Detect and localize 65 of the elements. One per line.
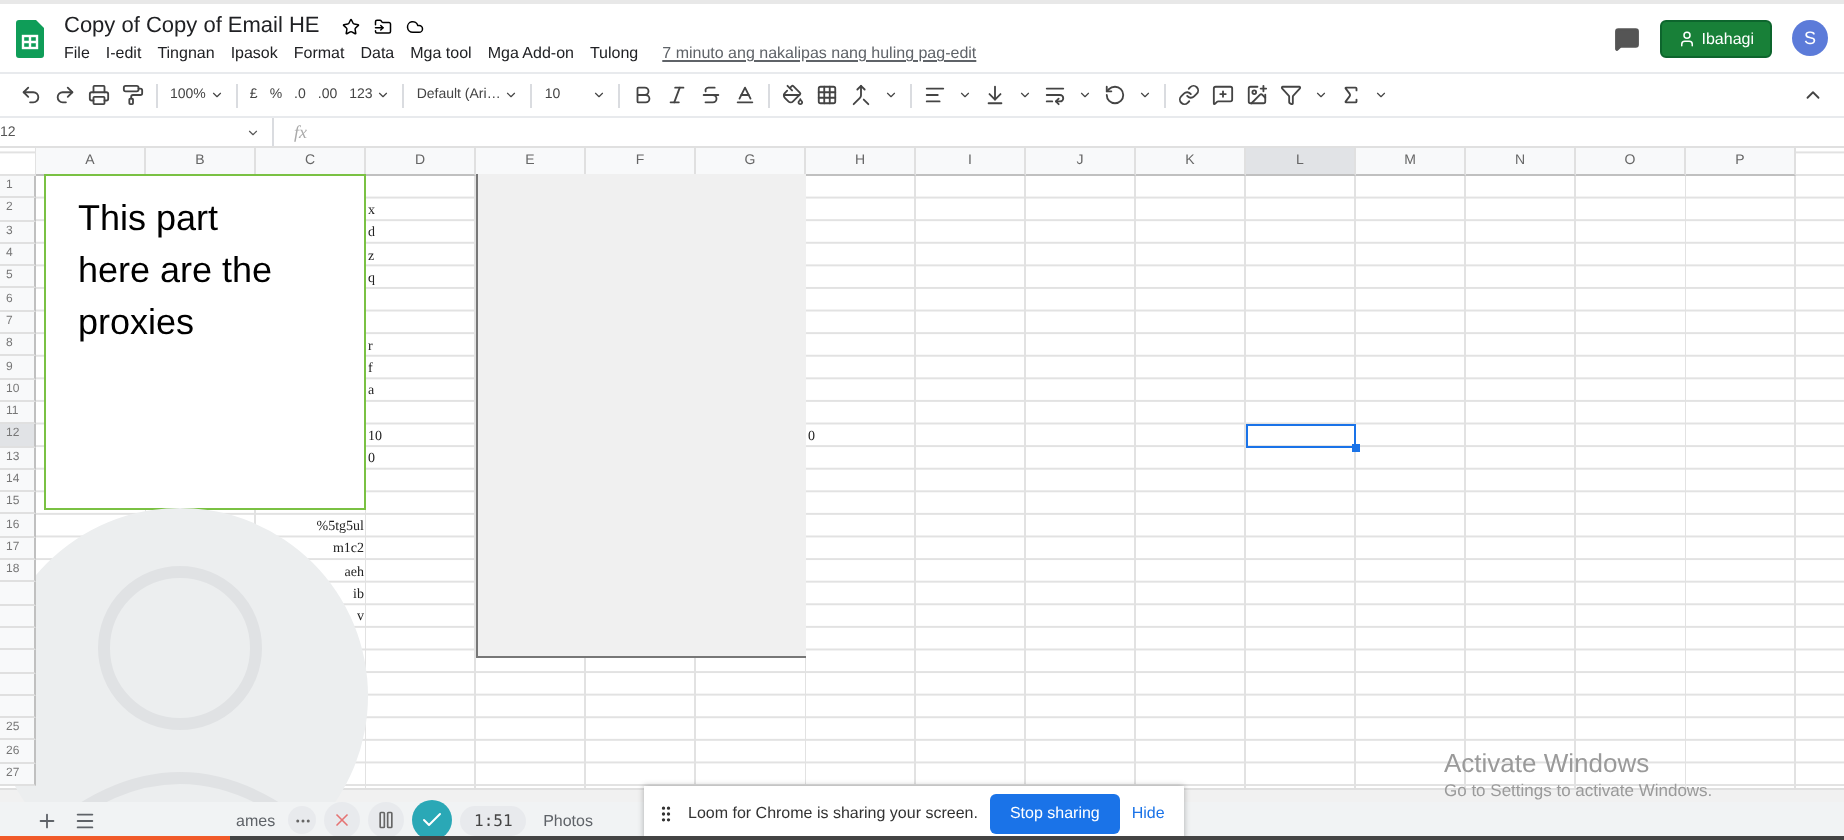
sheet-tab[interactable]: ames [220, 802, 292, 840]
dropdown-caret-icon[interactable] [1138, 88, 1153, 102]
menu-item[interactable]: I-edit [105, 44, 142, 62]
bold-icon[interactable] [632, 84, 655, 106]
dropdown-caret-icon[interactable] [504, 88, 519, 102]
borders-icon[interactable] [816, 84, 839, 106]
check-icon[interactable] [420, 808, 444, 832]
filter-icon[interactable] [1280, 84, 1303, 106]
document-title[interactable]: Copy of Copy of Email HE [64, 14, 320, 38]
person-icon[interactable] [1677, 29, 1696, 47]
formula-label: fx [294, 122, 307, 142]
vertical-align-icon[interactable] [984, 84, 1007, 106]
dropdown-caret-icon[interactable] [376, 88, 391, 102]
undo-icon[interactable] [20, 84, 42, 106]
dropdown-caret-icon[interactable] [1314, 88, 1329, 102]
align-icon[interactable] [924, 84, 947, 106]
dropdown-caret-icon[interactable] [592, 88, 607, 102]
sheet-list-icon[interactable] [74, 810, 96, 832]
print-icon[interactable] [88, 84, 110, 106]
comment-icon[interactable] [1613, 25, 1640, 51]
last-edit-link[interactable]: 7 minuto ang nakalipas nang huling pag-edit [662, 44, 977, 62]
menu-item[interactable]: Mga tool [410, 44, 472, 62]
menu-item[interactable]: Ipasok [230, 44, 278, 62]
add-sheet-icon[interactable] [36, 810, 58, 832]
cloud-icon[interactable] [405, 17, 424, 35]
add-comment-icon[interactable] [1212, 84, 1235, 106]
dropdown-caret-icon[interactable] [209, 88, 224, 102]
merge-icon[interactable] [850, 84, 873, 106]
dropdown-caret-icon[interactable] [1078, 88, 1093, 102]
sigma-icon[interactable] [1340, 84, 1363, 106]
sheet-tab[interactable]: Photos [527, 802, 609, 840]
fill-color-icon[interactable] [782, 84, 805, 106]
stop-sharing-button[interactable]: Stop sharing [989, 793, 1120, 833]
activation-message: Go to Settings to activate Windows. [1444, 780, 1713, 800]
menu-item[interactable]: Tingnan [157, 44, 215, 62]
spreadsheet-logo-icon[interactable] [16, 19, 44, 57]
selected-cell[interactable] [1246, 424, 1356, 448]
star-icon[interactable] [341, 17, 360, 35]
menu-item[interactable]: File [64, 44, 90, 62]
link-icon[interactable] [1178, 84, 1201, 106]
redo-icon[interactable] [54, 84, 76, 106]
grip-icon[interactable] [656, 803, 676, 823]
paint-format-icon[interactable] [122, 84, 144, 106]
menu-item[interactable]: Data [360, 44, 395, 62]
dropdown-caret-icon[interactable] [884, 88, 899, 102]
share-button[interactable]: Ibahagi [1659, 19, 1772, 57]
activation-title: Activate Windows [1444, 748, 1652, 778]
menu-item[interactable]: Mga Add-on [487, 44, 574, 62]
dropdown-caret-icon[interactable] [1374, 88, 1389, 102]
dropdown-caret-icon[interactable] [1018, 88, 1033, 102]
hide-link[interactable]: Hide [1131, 804, 1165, 822]
menu-item[interactable]: Format [293, 44, 345, 62]
user-avatar[interactable]: S [1792, 20, 1828, 56]
dropdown-caret-icon[interactable] [246, 125, 260, 139]
rotate-icon[interactable] [1104, 84, 1127, 106]
note-text: This part here are the proxies [78, 196, 275, 347]
text-color-icon[interactable] [734, 84, 757, 106]
dropdown-caret-icon[interactable] [958, 88, 973, 102]
folder-icon[interactable] [373, 17, 392, 35]
strikethrough-icon[interactable] [700, 84, 723, 106]
wrap-icon[interactable] [1044, 84, 1067, 106]
menu-item[interactable]: Tulong [589, 44, 639, 62]
italic-icon[interactable] [666, 84, 689, 106]
pause-icon[interactable] [376, 810, 396, 830]
sharing-message: Loom for Chrome is sharing your screen. [688, 804, 978, 822]
